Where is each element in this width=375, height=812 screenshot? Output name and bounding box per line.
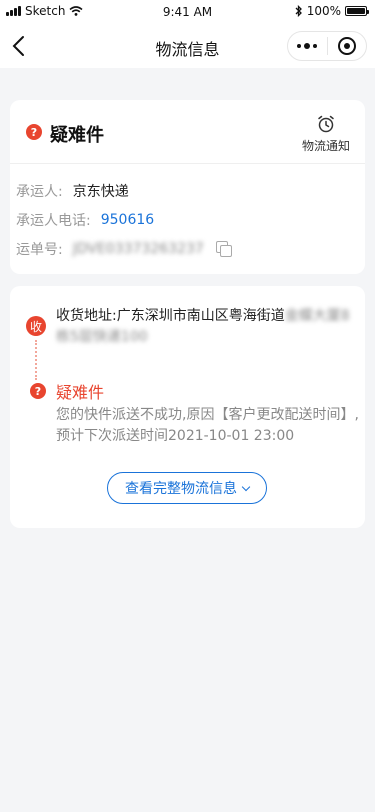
delivery-status-title: 疑难件: [50, 125, 104, 146]
target-icon: [337, 37, 356, 55]
notify-label: 物流通知: [301, 139, 350, 153]
close-mini-program-button[interactable]: [328, 32, 367, 60]
more-button[interactable]: [288, 32, 327, 60]
copy-icon[interactable]: [215, 241, 232, 257]
waybill-label: 运单号:: [16, 242, 63, 258]
status-right: 100%: [295, 4, 369, 18]
carrier-phone-link[interactable]: 950616: [101, 212, 154, 228]
more-dots-icon: [297, 43, 318, 49]
status-card-header: ? 疑难件 物流通知: [10, 100, 365, 164]
carrier-phone-label: 承运人电话:: [16, 213, 91, 229]
status-bar: Sketch 9:41 AM 100%: [0, 0, 375, 24]
receive-badge: 收: [26, 316, 46, 336]
view-full-logistics-label: 查看完整物流信息: [125, 481, 237, 497]
carrier-phone-row: 承运人电话: 950616: [16, 210, 154, 230]
waybill-number: JDVE03373263237: [72, 241, 204, 257]
battery-percent: 100%: [306, 4, 341, 18]
chevron-down-icon: [241, 482, 251, 491]
timeline-connector: [35, 340, 37, 380]
logistics-notify-button[interactable]: 物流通知: [301, 114, 351, 154]
question-icon: ?: [26, 124, 42, 140]
carrier-value: 京东快递: [72, 184, 129, 200]
question-icon: ?: [30, 383, 46, 399]
battery-icon: [345, 6, 369, 16]
timeline-status: 疑难件: [56, 383, 105, 402]
carrier-row: 承运人: 京东快递: [16, 181, 129, 201]
nav-bar: 物流信息: [0, 24, 375, 68]
mini-program-capsule: [287, 31, 367, 61]
carrier-label: 承运人:: [16, 184, 63, 200]
waybill-row: 运单号: JDVE03373263237: [16, 239, 232, 259]
bluetooth-icon: [295, 5, 302, 17]
view-full-logistics-button[interactable]: 查看完整物流信息: [107, 472, 267, 504]
delivery-address: 收货地址:广东深圳市南山区粤海街道金蝶大厦8栋5层快递100: [56, 306, 356, 348]
alarm-clock-icon: [318, 115, 334, 133]
timeline-description: 您的快件派送不成功,原因【客户更改配送时间】,预计下次派送时间2021-10-0…: [56, 407, 359, 444]
address-text: 收货地址:广东深圳市南山区粤海街道: [56, 308, 285, 324]
